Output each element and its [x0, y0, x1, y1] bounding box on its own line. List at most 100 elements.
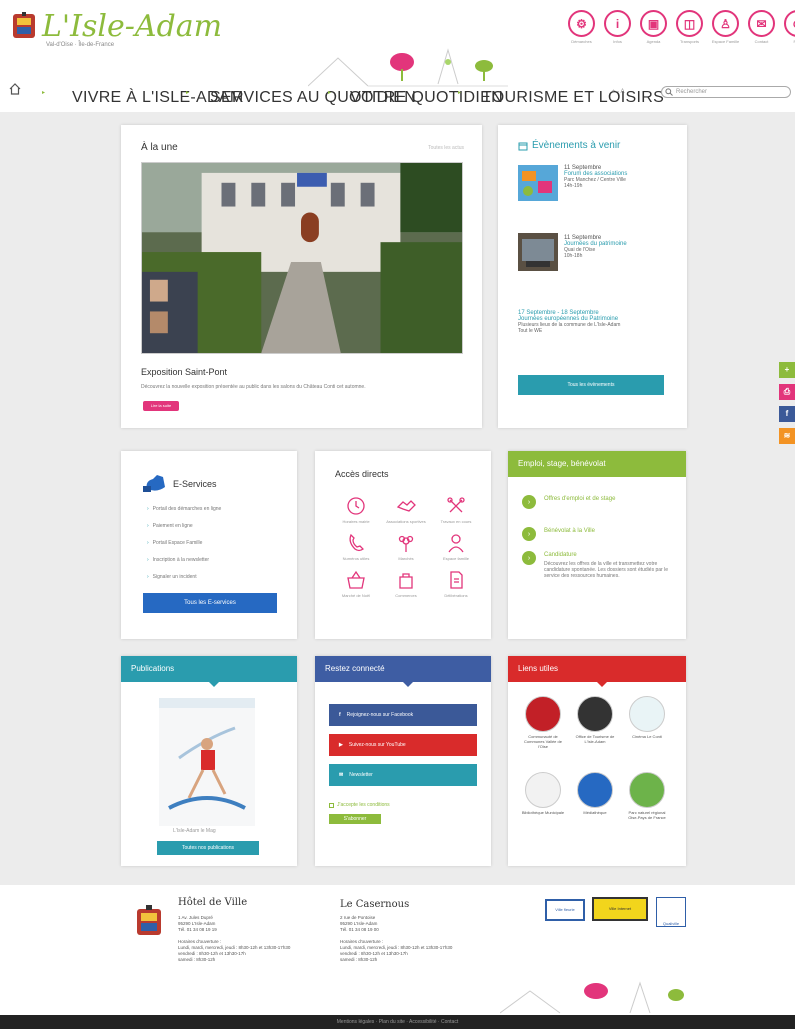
acces-item[interactable]: Marchés: [381, 532, 431, 561]
casernous-title: Le Casernous: [340, 899, 410, 910]
read-more-button[interactable]: Lire la suite: [143, 401, 179, 411]
acces-item[interactable]: Travaux en cours: [431, 495, 481, 524]
quick-link[interactable]: i Infos: [602, 10, 633, 44]
quick-link[interactable]: ⚙ Démarches: [566, 10, 597, 44]
search-input[interactable]: Rechercher: [661, 86, 791, 98]
lien-label: Cinéma Le Conti: [632, 734, 662, 739]
clock-icon: [347, 497, 365, 515]
emploi-item[interactable]: › Offres d'emploi et de stage: [522, 495, 615, 509]
une-article-title[interactable]: Exposition Saint-Pont: [141, 367, 227, 377]
eservice-item[interactable]: Signaler un incident: [147, 569, 221, 586]
quick-link-label: Démarches: [571, 39, 592, 44]
acces-directs-card: Accès directs Horaires mairie Association…: [315, 451, 491, 639]
subscribe-button[interactable]: S'abonner: [329, 814, 381, 824]
hotel-de-ville-title: Hôtel de Ville: [178, 897, 248, 908]
facebook-icon[interactable]: f: [779, 406, 795, 422]
lien-utile[interactable]: Cinéma Le Conti: [624, 696, 670, 739]
social-button[interactable]: f Rejoignez-nous sur Facebook: [329, 704, 477, 726]
quick-link-label: Plan: [782, 39, 795, 44]
badge-ville-internet[interactable]: Ville Internet: [592, 897, 648, 921]
emploi-item[interactable]: › Candidature Découvrez les offres de la…: [522, 551, 672, 579]
lien-logo: [577, 772, 613, 808]
une-all-link[interactable]: Toutes les actus: [428, 145, 464, 151]
acces-item[interactable]: Marché de Noël: [331, 569, 381, 598]
lien-utile[interactable]: Communauté de Communes Vallée de l'Oise: [520, 696, 566, 749]
eservices-list: Portail des démarches en lignePaiement e…: [147, 501, 222, 586]
emploi-item-title[interactable]: Offres d'emploi et de stage: [544, 495, 615, 503]
user-icon: ♙: [712, 10, 739, 37]
eservice-item[interactable]: Paiement en ligne: [147, 518, 221, 535]
nav-arrow-icon: ▸: [186, 90, 190, 96]
bottom-bar: Mentions légales · Plan du site · Access…: [0, 1015, 795, 1029]
une-article-text: Découvrez la nouvelle exposition présent…: [141, 384, 366, 390]
acces-item[interactable]: Associations sportives: [381, 495, 431, 524]
emploi-item-title[interactable]: Bénévolat à la Ville: [544, 527, 595, 535]
nav-item-tourisme[interactable]: Tourisme et loisirs: [482, 89, 664, 107]
nav-arrow-icon: ▸: [328, 90, 332, 96]
lien-utile[interactable]: Parc naturel régional Oise-Pays de Franc…: [624, 772, 670, 820]
arrow-right-icon: ›: [522, 551, 536, 565]
crest-icon: [137, 905, 161, 935]
text-size-control[interactable]: + - A: [612, 89, 625, 95]
event-time: 14h-19h: [564, 183, 583, 189]
acces-item-label: Espace famille: [442, 556, 469, 561]
lien-utile[interactable]: Bibliothèque Municipale: [520, 772, 566, 815]
consent-label: J'accepte les conditions: [337, 802, 390, 808]
print-icon[interactable]: ⎙: [779, 384, 795, 400]
acces-item-label: Délibérations: [444, 593, 468, 598]
emploi-item-title[interactable]: Candidature: [544, 551, 672, 559]
eservice-item[interactable]: Inscription à la newsletter: [147, 552, 221, 569]
emploi-item[interactable]: › Bénévolat à la Ville: [522, 527, 595, 541]
acces-item[interactable]: Horaires mairie: [331, 495, 381, 524]
all-eservices-button[interactable]: Tous les E-services: [143, 593, 277, 613]
event-item[interactable]: 11 Septembre Journées du patrimoine Quai…: [564, 235, 674, 259]
consent-checkbox[interactable]: [329, 802, 334, 808]
acces-item[interactable]: Espace famille: [431, 532, 481, 561]
phone-icon: [349, 533, 364, 552]
footer: Hôtel de Ville 1 Av. Jules Dupré 95290 L…: [0, 885, 795, 1015]
nav-item-quotidien[interactable]: Votre quotidien: [350, 89, 503, 107]
emploi-card: Emploi, stage, bénévolat › Offres d'empl…: [508, 451, 686, 639]
acces-item-label: Associations sportives: [386, 519, 426, 524]
home-icon[interactable]: [8, 82, 22, 96]
magazine-caption: L'Isle-Adam le Mag: [173, 828, 216, 834]
acces-item[interactable]: Délibérations: [431, 569, 481, 598]
lien-label: Bibliothèque Municipale: [521, 810, 565, 815]
acces-item[interactable]: Commerces: [381, 569, 431, 598]
all-publications-button[interactable]: Toutes nos publications: [157, 841, 259, 855]
lien-utile[interactable]: Médiathèque: [572, 772, 618, 815]
share-icon[interactable]: +: [779, 362, 795, 378]
magazine-cover[interactable]: [159, 698, 255, 826]
acces-item[interactable]: Numéros utiles: [331, 532, 381, 561]
quick-link[interactable]: ✉ Contact: [746, 10, 777, 44]
quick-link[interactable]: ♙ Espace Famille: [710, 10, 741, 44]
eservice-item[interactable]: Portail des démarches en ligne: [147, 501, 222, 518]
search-icon[interactable]: [665, 88, 673, 96]
all-events-button[interactable]: Tous les évènements: [518, 375, 664, 395]
eservices-icon: [143, 475, 165, 492]
consent-row[interactable]: J'accepte les conditions: [329, 802, 390, 808]
event-item[interactable]: 11 Septembre Forum des associations Parc…: [564, 165, 674, 189]
badge-qualiville[interactable]: Qualiville: [656, 897, 686, 927]
event-thumbnail[interactable]: [518, 165, 558, 201]
quick-link[interactable]: ◫ Transports: [674, 10, 705, 44]
site-logo[interactable]: L'Isle-Adam: [10, 12, 222, 42]
hotel-de-ville-text: 1 Av. Jules Dupré 95290 L'Isle-Adam Tél.…: [178, 915, 291, 962]
badge-ville-fleurie[interactable]: Ville fleurie: [545, 899, 585, 921]
une-photo[interactable]: [141, 162, 463, 354]
une-title: À la une: [141, 142, 178, 153]
event-thumbnail[interactable]: [518, 233, 558, 271]
quick-link[interactable]: ▣ Agenda: [638, 10, 669, 44]
quick-link[interactable]: ⊙ Plan: [782, 10, 795, 44]
lien-utile[interactable]: Office de Tourisme de L'Isle-Adam: [572, 696, 618, 744]
acces-item-label: Numéros utiles: [342, 556, 370, 561]
basket-icon: [347, 570, 365, 589]
rss-icon[interactable]: ≋: [779, 428, 795, 444]
site-title: L'Isle-Adam: [42, 9, 223, 44]
event-item[interactable]: 17 Septembre - 18 Septembre Journées eur…: [518, 310, 678, 334]
social-button[interactable]: ✉ Newsletter: [329, 764, 477, 786]
events-card: Évènements à venir 11 Septembre Forum de…: [498, 125, 687, 428]
eservice-item[interactable]: Portail Espace Famille: [147, 535, 221, 552]
site-subtitle: Val-d'Oise · Île-de-France: [46, 42, 115, 48]
social-button[interactable]: ▶ Suivez-nous sur YouTube: [329, 734, 477, 756]
